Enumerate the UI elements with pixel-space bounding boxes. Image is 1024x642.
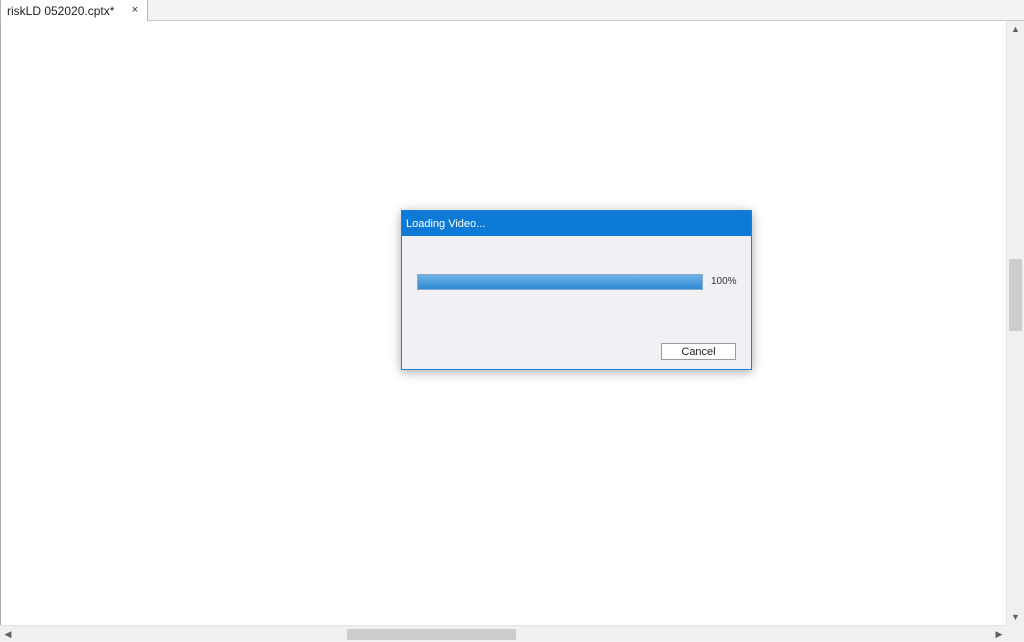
dialog-title-bar: Loading Video... (402, 211, 751, 236)
dialog-title: Loading Video... (406, 217, 486, 230)
progress-percent-label: 100% (711, 276, 737, 287)
document-tab-bar: riskLD 052020.cptx* × (0, 0, 1024, 21)
document-tab[interactable]: riskLD 052020.cptx* × (0, 0, 148, 21)
scroll-up-icon[interactable]: ▲ (1007, 21, 1024, 37)
loading-video-dialog: Loading Video... 100% Cancel (401, 210, 752, 370)
scroll-down-icon[interactable]: ▼ (1007, 609, 1024, 625)
cancel-button[interactable]: Cancel (661, 343, 736, 360)
close-icon[interactable]: × (129, 3, 141, 17)
progress-bar (417, 274, 703, 290)
scroll-right-icon[interactable]: ▶ (991, 626, 1007, 642)
scroll-left-icon[interactable]: ◀ (0, 626, 16, 642)
horizontal-scroll-thumb[interactable] (347, 629, 516, 640)
vertical-scroll-thumb[interactable] (1009, 259, 1022, 331)
progress-fill (418, 275, 702, 289)
document-tab-label: riskLD 052020.cptx* (7, 3, 115, 18)
scrollbar-corner (1007, 625, 1024, 642)
vertical-scrollbar[interactable]: ▲ ▼ (1006, 21, 1024, 625)
horizontal-scrollbar[interactable]: ◀ ▶ (0, 625, 1007, 642)
